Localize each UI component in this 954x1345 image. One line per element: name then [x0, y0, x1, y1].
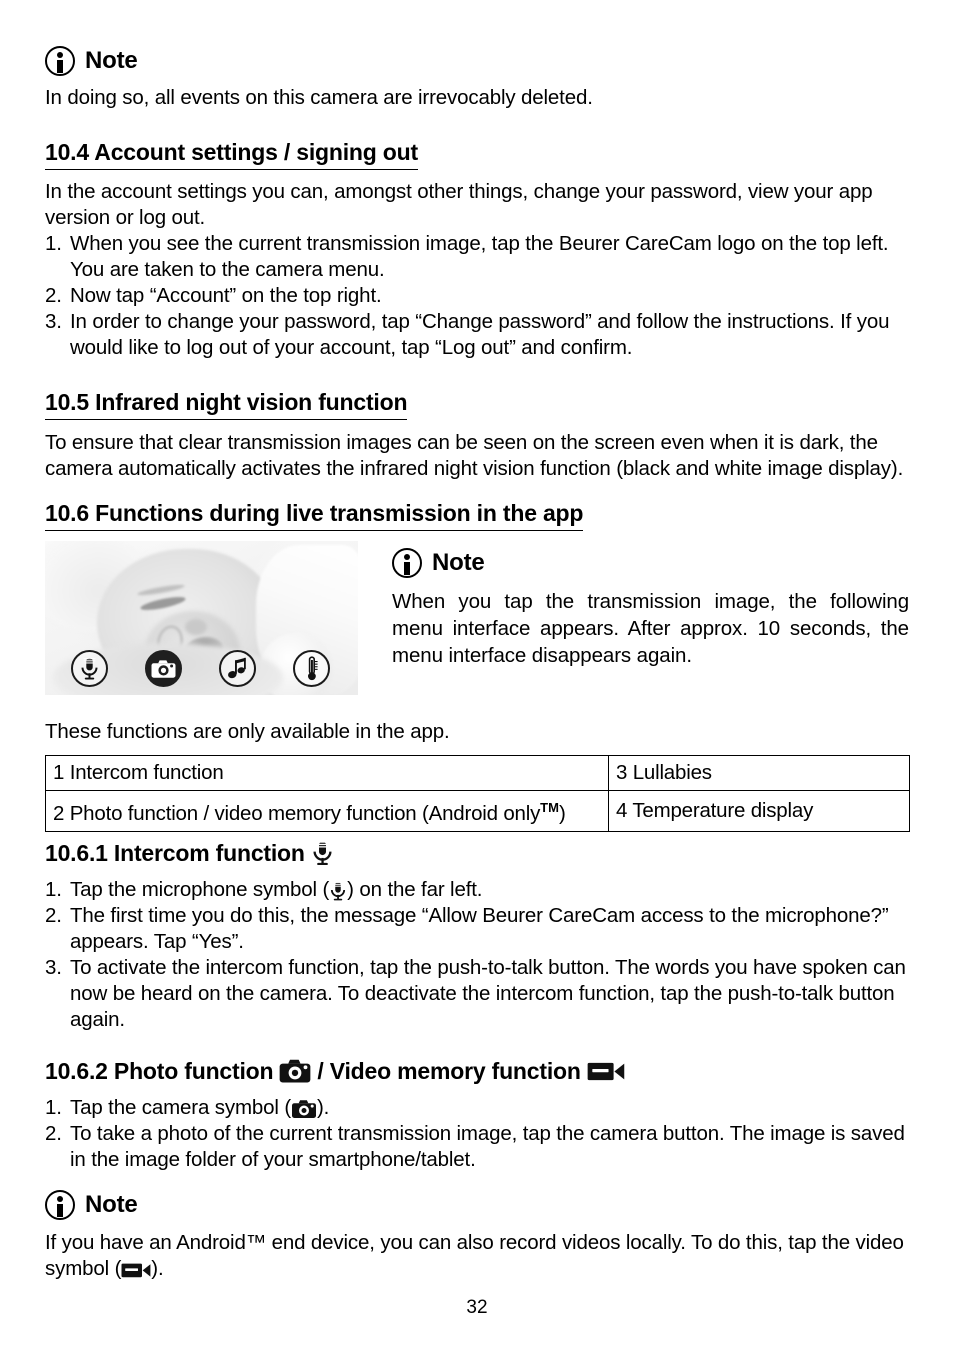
video-camera-icon: [587, 1058, 625, 1084]
heading-10-6-1: 10.6.1 Intercom function: [45, 840, 909, 866]
photo-video-steps: Tap the camera symbol (). To take a phot…: [45, 1095, 909, 1173]
note-header: Note: [45, 46, 909, 76]
thermometer-icon[interactable]: [293, 650, 330, 687]
microphone-icon: [329, 881, 347, 901]
note-top-text: In doing so, all events on this camera a…: [45, 86, 593, 109]
table-cell-3: 3 Lullabies: [608, 755, 910, 791]
heading-10-6-2: 10.6.2 Photo function / Video memory fun…: [45, 1058, 909, 1084]
microphone-icon[interactable]: [71, 650, 108, 687]
thermometer-glyph: [304, 656, 320, 681]
photo-and-note-row: Note When you tap the transmission image…: [45, 541, 909, 695]
functions-table-wrap: 1 Intercom function 3 Lullabies 2 Photo …: [45, 755, 910, 832]
intercom-steps-list: Tap the microphone symbol ( ) on the far …: [45, 877, 909, 1033]
availability-text-row: These functions are only available in th…: [45, 719, 909, 745]
section-live-functions: 10.6 Functions during live transmission …: [45, 500, 909, 532]
camera-icon: [279, 1058, 311, 1084]
table-cell-2-pre: 2 Photo function / video memory function…: [53, 801, 541, 825]
table-cell-2-post: ): [558, 801, 566, 825]
microphone-icon: [311, 840, 334, 866]
list-item: In order to change your password, tap “C…: [45, 309, 890, 359]
intercom-step-1-pre: Tap the microphone symbol (: [70, 878, 330, 901]
section-intercom: 10.6.1 Intercom function: [45, 840, 909, 866]
intercom-steps: Tap the microphone symbol ( ) on the far …: [45, 877, 909, 1033]
table-row: 1 Intercom function 3 Lullabies: [45, 755, 910, 791]
note-transmission-text: When you tap the transmission image, the…: [392, 590, 909, 667]
music-note-glyph: [227, 657, 249, 680]
intercom-step-1-post: ) on the far left.: [347, 878, 483, 901]
trademark-mark: TM: [540, 800, 559, 815]
note-block-top: Note In doing so, all events on this cam…: [45, 46, 909, 111]
account-intro: In the account settings you can, amongst…: [45, 180, 873, 229]
note-label: Note: [432, 549, 485, 576]
page-number: 32: [466, 1297, 488, 1318]
list-item: When you see the current transmission im…: [45, 231, 889, 281]
info-icon: [45, 1190, 75, 1220]
note-label: Note: [85, 1191, 138, 1218]
infrared-body: To ensure that clear transmission images…: [45, 430, 909, 482]
section-infrared: 10.5 Infrared night vision function: [45, 389, 909, 421]
note-android-text: If you have an Android™ end device, you …: [45, 1230, 909, 1282]
info-icon: [45, 46, 75, 76]
section-account-settings: 10.4 Account settings / signing out: [45, 139, 909, 171]
note-header: Note: [45, 1190, 909, 1220]
photo-nose: [185, 619, 207, 635]
heading-10-6-2-part2: / Video memory function: [317, 1058, 581, 1084]
heading-10-6-2-part1: 10.6.2 Photo function: [45, 1058, 274, 1084]
info-icon: [392, 548, 422, 578]
infrared-text: To ensure that clear transmission images…: [45, 431, 904, 480]
list-item: Tap the microphone symbol ( ) on the far …: [45, 877, 909, 903]
heading-10-5: 10.5 Infrared night vision function: [45, 389, 408, 421]
camera-icon[interactable]: [145, 650, 182, 687]
list-item: Tap the camera symbol ().: [45, 1095, 909, 1121]
music-note-icon[interactable]: [219, 650, 256, 687]
heading-10-6: 10.6 Functions during live transmission …: [45, 500, 583, 532]
list-item: The first time you do this, the message …: [45, 903, 889, 953]
note-label: Note: [85, 47, 138, 74]
heading-10-6-1-label: 10.6.1 Intercom function: [45, 840, 305, 866]
page-content: Note In doing so, all events on this cam…: [45, 0, 910, 1345]
note-header: Note: [392, 541, 909, 578]
table-cell-4: 4 Temperature display: [608, 790, 910, 832]
note-block-transmission: Note When you tap the transmission image…: [392, 541, 909, 669]
live-transmission-photo: [45, 541, 358, 695]
note-android-pre: If you have an Android™ end device, you …: [45, 1231, 904, 1280]
photo-step-1-pre: Tap the camera symbol (: [70, 1096, 291, 1119]
note-android-post: ).: [151, 1257, 164, 1280]
photo-video-steps-list: Tap the camera symbol (). To take a phot…: [45, 1095, 909, 1173]
heading-10-4: 10.4 Account settings / signing out: [45, 139, 418, 171]
camera-icon: [291, 1099, 317, 1119]
functions-table: 1 Intercom function 3 Lullabies 2 Photo …: [45, 755, 910, 832]
section-photo-video: 10.6.2 Photo function / Video memory fun…: [45, 1058, 909, 1084]
table-cell-1: 1 Intercom function: [45, 755, 609, 791]
list-item: To activate the intercom function, tap t…: [45, 955, 906, 1031]
table-row: 2 Photo function / video memory function…: [45, 790, 910, 832]
account-settings-body: In the account settings you can, amongst…: [45, 179, 909, 361]
video-camera-icon: [121, 1260, 151, 1280]
microphone-glyph: [79, 657, 100, 680]
list-item: Now tap “Account” on the top right.: [45, 283, 382, 309]
account-steps-list: When you see the current transmission im…: [45, 231, 909, 361]
camera-glyph: [151, 659, 176, 679]
photo-step-1-post: ).: [317, 1096, 330, 1119]
availability-text: These functions are only available in th…: [45, 720, 450, 743]
table-cell-2: 2 Photo function / video memory function…: [45, 790, 609, 832]
list-item: To take a photo of the current transmiss…: [45, 1121, 905, 1171]
note-block-android: Note If you have an Android™ end device,…: [45, 1190, 909, 1282]
